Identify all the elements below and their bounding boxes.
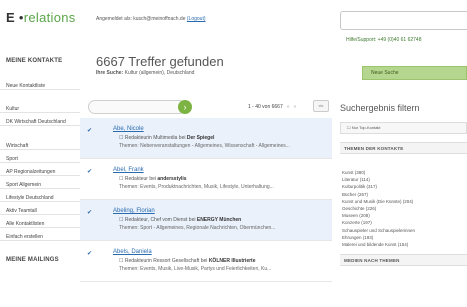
- result-filter-input[interactable]: [88, 100, 186, 114]
- result-row[interactable]: ✔ Abel, Frank ☐ Redakteur bei andersstyl…: [80, 159, 332, 200]
- theme-filter-item[interactable]: Museen (208): [342, 212, 467, 219]
- theme-filter-item[interactable]: Geschichte (226): [342, 205, 467, 212]
- logout-link[interactable]: (Logout): [187, 16, 206, 22]
- logo[interactable]: E •relations: [6, 10, 76, 25]
- check-icon: ✔: [87, 169, 93, 175]
- search-summary-label: Ihre Suche:: [96, 70, 124, 76]
- theme-filter-item[interactable]: Bücher (267): [342, 191, 467, 198]
- pager-range: 1 - 40 von 6667: [248, 104, 283, 110]
- theme-filter-item[interactable]: Konzerte (197): [342, 219, 467, 226]
- filter-panel-title: Suchergebnis filtern: [340, 103, 420, 113]
- theme-filter-item[interactable]: Ehrungen (193): [342, 234, 467, 241]
- logo-text: relations: [23, 10, 76, 25]
- sidebar-item-lifestyle[interactable]: Lifestyle Deutschland: [0, 195, 80, 202]
- sidebar-item-create[interactable]: Einfach erstellen: [0, 234, 80, 241]
- sidebar-item-wirtschaft[interactable]: Wirtschaft: [0, 143, 80, 150]
- result-name-link[interactable]: Abeling, Florian: [113, 208, 155, 214]
- theme-filter-item[interactable]: Schauspieler und Schauspielerinnen: [342, 227, 467, 234]
- result-themes: Themen: Events, Musik, Live-Musik, Party…: [119, 266, 272, 272]
- result-themes: Themen: Sport - Allgemeines, Regionale N…: [119, 225, 276, 231]
- search-summary: Ihre Suche: Kultur (allgemein), Deutschl…: [96, 70, 194, 76]
- result-role: ☐ Redakteur bei andersstylis: [119, 176, 187, 182]
- search-summary-value: Kultur (allgemein), Deutschland: [124, 70, 195, 76]
- result-name-link[interactable]: Abels, Daniela: [113, 249, 152, 255]
- theme-filter-item[interactable]: Kulturpolitik (317): [342, 183, 467, 190]
- result-role: ☐ Redakteurin Ressort Gesellschaft bei K…: [119, 258, 256, 264]
- login-text: Angemeldet als: kusch@meinoffnach.de: [96, 16, 186, 22]
- top-contact-label: Nur Top-Kontakt: [351, 125, 381, 130]
- themes-heading: THEMEN DER KONTAKTE: [340, 142, 467, 154]
- check-icon: ✔: [87, 251, 93, 257]
- pager-prev-button[interactable]: «: [287, 104, 290, 110]
- sidebar-item-team[interactable]: Aktiv Teamtall: [0, 208, 80, 215]
- top-contact-checkbox[interactable]: ☐ Nur Top-Kontakt: [340, 122, 467, 134]
- result-name-link[interactable]: Abe, Nicole: [113, 126, 144, 132]
- sidebar-heading-contacts: MEINE KONTAKTE: [6, 58, 63, 64]
- results-title: 6667 Treffer gefunden: [96, 54, 224, 69]
- media-heading: MEDIEN NACH THEMEN: [340, 254, 467, 266]
- logo-dot: •: [14, 10, 24, 25]
- theme-filter-item[interactable]: Literatur (114): [342, 176, 467, 183]
- export-xls-button[interactable]: xls: [313, 100, 329, 112]
- support-info: Hilfe/Support: +49 (0)40 61 62748: [346, 37, 422, 43]
- result-role: ☐ Redakteurin Multimedia bei Der Spiegel: [119, 135, 215, 141]
- result-row[interactable]: ✔ Abe, Nicole ☐ Redakteurin Multimedia b…: [80, 118, 332, 159]
- check-icon: ✔: [87, 210, 93, 216]
- login-info: Angemeldet als: kusch@meinoffnach.de (Lo…: [96, 16, 206, 22]
- result-themes: Themen: Nebenveranstaltungen - Allgemein…: [119, 143, 290, 149]
- sidebar-heading-mailings: MEINE MAILINGS: [6, 257, 59, 263]
- check-icon: ✔: [87, 128, 93, 134]
- sidebar-item-all-lists[interactable]: Alle Kontaktlisten: [0, 221, 80, 228]
- theme-filter-item[interactable]: Kunst (380): [342, 169, 467, 176]
- sidebar-item-wirtschaft-de[interactable]: DK Wirtschaft Deutschland: [0, 119, 80, 126]
- result-row[interactable]: ✔ Abels, Daniela ☐ Redakteurin Ressort G…: [80, 241, 332, 282]
- filter-go-button[interactable]: ›: [178, 100, 192, 114]
- sidebar-item-sport[interactable]: Sport: [0, 156, 80, 163]
- result-row[interactable]: ✔ Abeling, Florian ☐ Redakteur, Chef vom…: [80, 200, 332, 241]
- theme-filter-item[interactable]: Malerei und bildende Kunst (154): [342, 241, 467, 248]
- result-name-link[interactable]: Abel, Frank: [113, 167, 144, 173]
- sidebar-item-regional[interactable]: AP Regionalzeitungen: [0, 169, 80, 176]
- sidebar-item-new-list[interactable]: Neue Kontaktliste: [0, 83, 80, 90]
- new-search-button[interactable]: Neue Suche: [362, 66, 467, 80]
- themes-list: Kunst (380) Literatur (114) Kulturpoliti…: [342, 169, 467, 248]
- theme-filter-item[interactable]: Kunst und Musik (Die Künste) (204): [342, 198, 467, 205]
- logo-e: E: [6, 10, 15, 25]
- sidebar-item-kultur[interactable]: Kultur: [0, 106, 80, 113]
- app-page: E •relations Angemeldet als: kusch@meino…: [0, 0, 467, 307]
- pager: 1 - 40 von 6667 « »: [248, 104, 296, 110]
- pager-next-button[interactable]: »: [294, 104, 297, 110]
- sidebar-item-sport-allgemein[interactable]: Sport Allgemein: [0, 182, 80, 189]
- results-list: ✔ Abe, Nicole ☐ Redakteurin Multimedia b…: [80, 118, 332, 282]
- result-themes: Themen: Events, Produktnachrichten, Musi…: [119, 184, 274, 190]
- sidebar: MEINE KONTAKTE Neue Kontaktliste Kultur …: [0, 50, 80, 307]
- header-search-input[interactable]: [340, 11, 467, 30]
- result-role: ☐ Redakteur, Chef vom Dienst bei ENERGY …: [119, 217, 242, 223]
